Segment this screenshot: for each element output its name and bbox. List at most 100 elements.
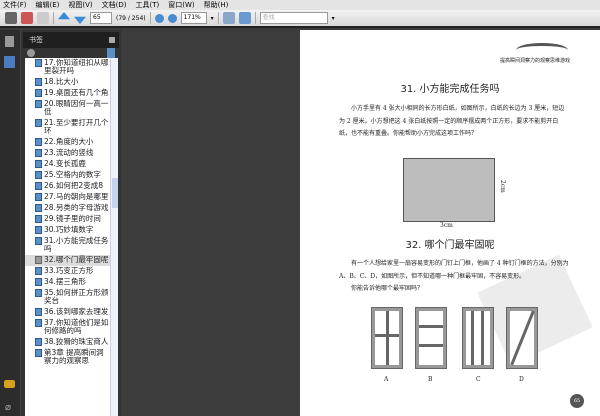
door-frame-d	[506, 307, 538, 369]
bookmark-label: 30.巧妙填数字	[44, 225, 94, 234]
bookmark-item[interactable]: 25.空格内的数字	[25, 170, 118, 181]
bookmarks-icon[interactable]	[4, 56, 15, 68]
bookmark-item[interactable]: 36.该到哪家去理发	[25, 307, 118, 318]
zoom-dropdown-icon[interactable]: ▾	[211, 15, 214, 22]
bookmark-icon	[35, 89, 42, 97]
bookmark-icon	[35, 59, 42, 67]
bookmark-icon	[35, 278, 42, 286]
document-background	[122, 30, 300, 416]
menu-item[interactable]: 编辑(E)	[36, 0, 60, 10]
bookmark-item[interactable]: 38.狡猾的珠宝商人	[25, 337, 118, 348]
collaborate-icon[interactable]	[37, 12, 49, 24]
print-icon[interactable]	[5, 12, 17, 24]
panel-header: 书签	[23, 32, 119, 48]
divider	[254, 12, 256, 24]
search-dropdown-icon[interactable]: ▾	[332, 15, 335, 22]
paragraph-32-question: 你能告诉他哪个最牢固吗？	[351, 285, 424, 292]
paragraph-32: 有一个人想给家里一扇容易变形的门钉上门框，他画了 4 种钉门框的方法，分别为 A…	[339, 260, 569, 280]
bookmark-item[interactable]: 31.小方能完成任务吗	[25, 236, 118, 255]
bookmark-label: 29.镜子里的时间	[44, 214, 101, 223]
bookmark-label: 24.变长孤鹿	[44, 159, 86, 168]
bookmark-label: 19.桌面还有几个角	[44, 88, 109, 97]
bookmark-label: 25.空格内的数字	[44, 170, 101, 179]
new-bookmark-icon[interactable]	[107, 48, 115, 58]
page-number: 65	[570, 394, 584, 408]
bookmark-label: 21.至少要打开几个环	[44, 118, 109, 135]
bookmark-item[interactable]: 19.桌面还有几个角	[25, 88, 118, 99]
divider	[149, 12, 151, 24]
navigation-strip: ⌀	[0, 30, 20, 416]
menu-item[interactable]: 工具(T)	[136, 0, 160, 10]
bookmark-item[interactable]: 22.角度的大小	[25, 137, 118, 148]
heading-31: 31. 小方能完成任务吗	[400, 84, 500, 95]
zoom-in-icon[interactable]	[167, 13, 177, 23]
menu-item[interactable]: 文件(F)	[3, 0, 27, 10]
bookmark-label: 18.比大小	[44, 77, 79, 86]
create-pdf-icon[interactable]	[21, 12, 33, 24]
bookmark-item[interactable]: 24.变长孤鹿	[25, 159, 118, 170]
prev-page-icon[interactable]	[58, 12, 70, 20]
bookmark-item[interactable]: 20.眼睛因何一高一低	[25, 99, 118, 118]
search-input[interactable]: 查找	[259, 12, 328, 24]
bookmark-item[interactable]: 28.另类的字母游戏	[25, 203, 118, 214]
bookmark-item[interactable]: 29.镜子里的时间	[25, 214, 118, 225]
zoom-out-icon[interactable]	[154, 13, 164, 23]
label-c: C	[476, 376, 481, 383]
bookmark-icon	[35, 182, 42, 190]
running-header: 提高瞬间洞察力的观察思维游戏	[499, 58, 570, 64]
scrollbar-thumb[interactable]	[112, 178, 118, 208]
bookmark-icon	[35, 100, 42, 108]
comments-icon[interactable]	[4, 380, 15, 388]
fit-page-icon[interactable]	[222, 12, 235, 24]
options-gear-icon[interactable]	[27, 49, 35, 57]
full-screen-icon[interactable]	[238, 12, 251, 24]
bookmark-icon	[35, 138, 42, 146]
bookmark-item[interactable]: 32.哪个门最牢固呢	[25, 255, 118, 266]
label-d: D	[519, 376, 524, 383]
menu-item[interactable]: 窗口(W)	[168, 0, 194, 10]
bookmark-icon	[35, 308, 42, 316]
bookmark-item[interactable]: 27.马的朝向是哪里	[25, 192, 118, 203]
bookmark-item[interactable]: 30.巧妙填数字	[25, 225, 118, 236]
pdf-page: 提高瞬间洞察力的观察思维游戏 31. 小方能完成任务吗 小方手里有 4 张大小相…	[300, 30, 600, 416]
door-frame-c	[462, 307, 494, 369]
bookmark-item[interactable]: 37.你知道他们是如何修路的吗	[25, 318, 118, 337]
bookmark-item[interactable]: 21.至少要打开几个环	[25, 118, 118, 137]
bookmark-icon	[35, 119, 42, 127]
attachment-icon[interactable]: ⌀	[5, 402, 11, 413]
menu-item[interactable]: 视图(V)	[68, 0, 92, 10]
bookmarks-panel: 书签 17.你知道纽扣从哪里裂开吗 18.比大小 19.桌面还有几个角 20.眼睛因何…	[20, 30, 121, 416]
door-frame-b	[415, 307, 447, 369]
bookmark-item[interactable]: 26.如何把2变成8	[25, 181, 118, 192]
toolbar: 65 (79 / 254) 171% ▾ 查找 ▾	[0, 10, 600, 28]
bookmark-item[interactable]: 33.巧变正方形	[25, 266, 118, 277]
scrollbar[interactable]	[110, 58, 118, 416]
bookmark-icon	[35, 349, 42, 357]
menu-item[interactable]: 文档(D)	[102, 0, 127, 10]
next-page-icon[interactable]	[74, 16, 86, 24]
bookmark-label: 33.巧变正方形	[44, 266, 94, 275]
menu-item[interactable]: 帮助(H)	[204, 0, 229, 10]
bookmark-item[interactable]: 第3章 提高瞬间洞察力的观察思	[25, 348, 118, 367]
bookmark-icon	[35, 319, 42, 327]
bookmark-icon	[35, 338, 42, 346]
zoom-input[interactable]: 171%	[180, 12, 207, 24]
bookmark-label: 32.哪个门最牢固呢	[44, 255, 109, 264]
bookmark-item[interactable]: 34.摆三角形	[25, 277, 118, 288]
dimension-height: 2cm	[499, 180, 506, 193]
panel-close-icon[interactable]	[109, 37, 115, 43]
label-a: A	[384, 376, 389, 383]
bookmark-item[interactable]: 23.流动的竖线	[25, 148, 118, 159]
bookmark-icon	[35, 237, 42, 245]
page-count: (79 / 254)	[116, 14, 146, 22]
pages-icon[interactable]	[5, 36, 14, 47]
bookmark-icon	[35, 267, 42, 275]
bookmark-item[interactable]: 35.如何拼正方形颁奖台	[25, 288, 118, 307]
bookmark-icon	[35, 78, 42, 86]
page-number-input[interactable]: 65	[90, 12, 112, 24]
bookmark-icon	[35, 215, 42, 223]
bookmark-item[interactable]: 17.你知道纽扣从哪里裂开吗	[25, 58, 118, 77]
bookmark-label: 22.角度的大小	[44, 137, 94, 146]
bookmark-icon	[35, 289, 42, 297]
bookmark-item[interactable]: 18.比大小	[25, 77, 118, 88]
